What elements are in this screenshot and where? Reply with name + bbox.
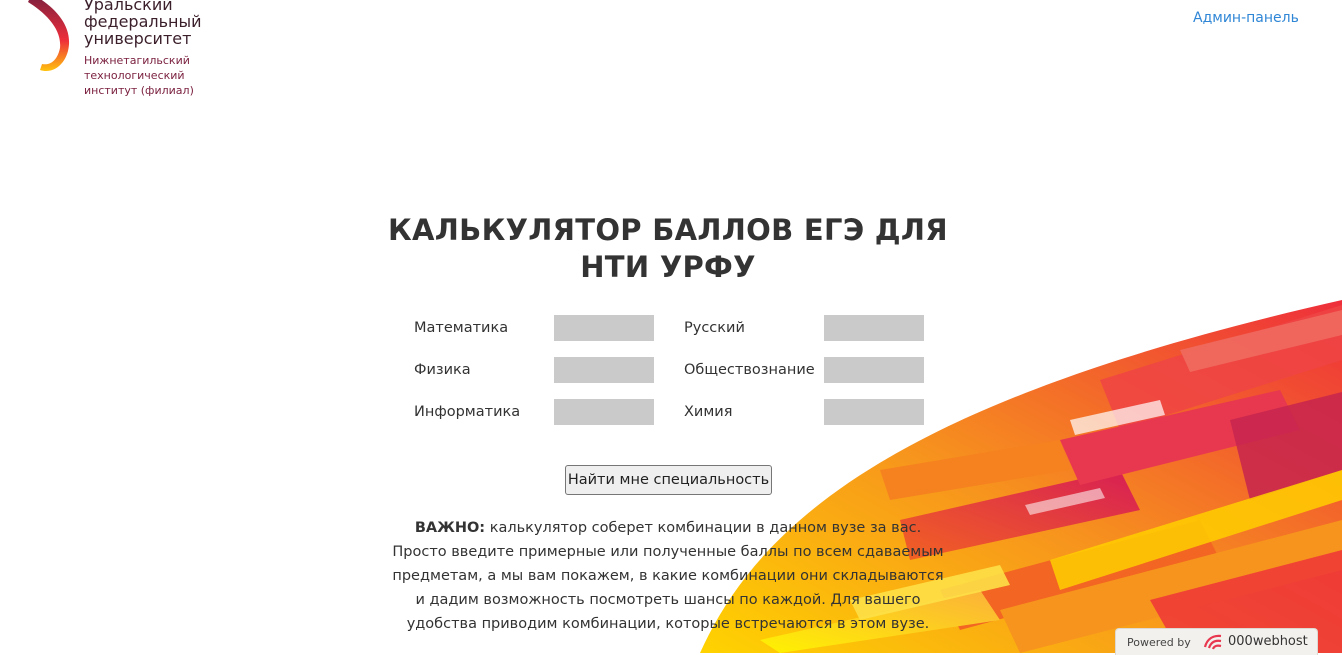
logo-mark-icon: [28, 0, 70, 71]
social-input[interactable]: [824, 357, 924, 383]
page-title: КАЛЬКУЛЯТОР БАЛЛОВ ЕГЭ ДЛЯ НТИ УРФУ: [388, 213, 948, 284]
russian-input[interactable]: [824, 315, 924, 341]
label-informatics: Информатика: [414, 404, 521, 420]
label-physics: Физика: [414, 362, 471, 378]
find-specialty-button[interactable]: Найти мне специальность: [565, 465, 772, 495]
label-social: Обществознание: [684, 362, 815, 378]
logo-subtitle: Нижнетагильский технологический институт…: [84, 54, 194, 97]
admin-panel-link[interactable]: Админ-панель: [1193, 10, 1299, 26]
logo-title: Уральский федеральный университет: [84, 0, 202, 48]
informatics-input[interactable]: [554, 399, 654, 425]
info-text: калькулятор соберет комбинации в данном …: [392, 520, 944, 632]
chemistry-input[interactable]: [824, 399, 924, 425]
webhost-logo-icon: [1203, 634, 1222, 650]
powered-by-label: Powered by: [1127, 636, 1191, 649]
physics-input[interactable]: [554, 357, 654, 383]
powered-by-brand: 000webhost: [1228, 634, 1308, 649]
label-chemistry: Химия: [684, 404, 733, 420]
math-input[interactable]: [554, 315, 654, 341]
powered-by-badge[interactable]: Powered by 000webhost: [1115, 628, 1318, 655]
university-logo[interactable]: Уральский федеральный университет Нижнет…: [24, 0, 224, 101]
info-important-label: ВАЖНО:: [414, 520, 486, 536]
info-paragraph: ВАЖНО: калькулятор соберет комбинации в …: [390, 516, 946, 636]
label-math: Математика: [414, 320, 509, 336]
label-russian: Русский: [684, 320, 745, 336]
